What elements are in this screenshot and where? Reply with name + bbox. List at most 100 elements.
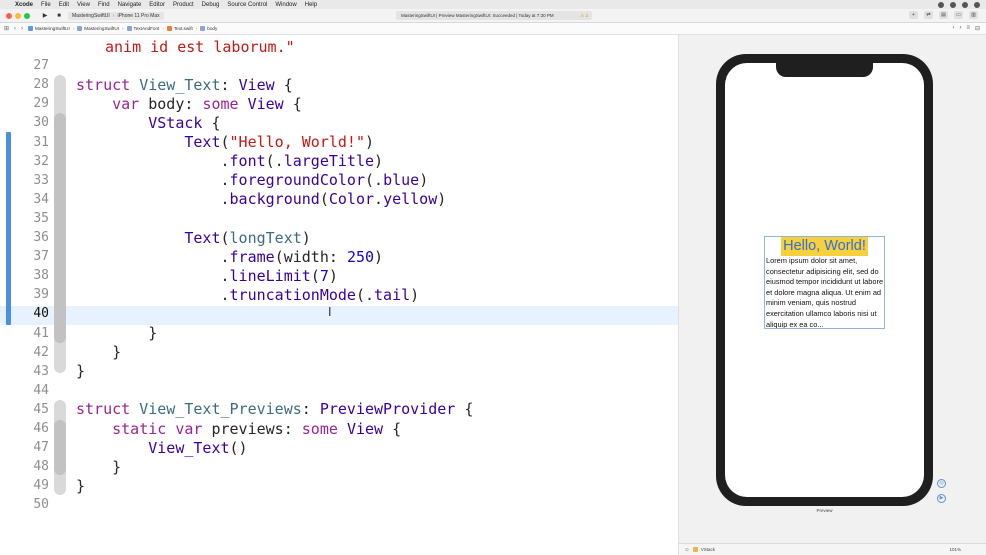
text-cursor-icon: I <box>328 305 332 319</box>
code-token: "Hello, World!" <box>229 133 365 151</box>
forward-icon[interactable]: › <box>21 26 23 32</box>
issue-prev-icon[interactable]: ‹ <box>952 25 954 32</box>
code-line[interactable]: 29 var body: some View { <box>0 94 678 113</box>
code-token: PreviewProvider <box>319 400 456 419</box>
code-line[interactable]: 40 <box>0 304 678 323</box>
breadcrumb-file[interactable]: Text.swift › <box>166 26 197 31</box>
search-icon[interactable] <box>974 1 980 8</box>
breadcrumb-group[interactable]: MasteringSwiftUI › <box>77 26 124 31</box>
breadcrumb-project[interactable]: MasteringSwiftUI › <box>28 26 74 31</box>
menu-product[interactable]: Product <box>173 2 194 8</box>
navigator-toggle-icon[interactable]: ▤ <box>939 11 948 19</box>
library-button[interactable]: + <box>909 11 918 19</box>
line-number: 35 <box>33 210 49 226</box>
status-icon[interactable] <box>938 1 944 8</box>
code-line[interactable]: 37 .frame(width: 250) <box>0 247 678 266</box>
vstack-selection[interactable]: Hello, World! Lorem ipsum dolor sit amet… <box>764 236 885 329</box>
menu-window[interactable]: Window <box>275 2 296 8</box>
folder-icon <box>126 26 132 31</box>
code-line[interactable]: 50 <box>0 495 678 514</box>
zoom-button[interactable] <box>24 12 30 19</box>
line-number: 40 <box>33 306 49 322</box>
close-button[interactable] <box>6 12 12 19</box>
pin-icon[interactable]: ⊙ <box>685 547 689 553</box>
source-editor[interactable]: anim id est laborum." 27 28 struct View_Tex… <box>0 35 678 555</box>
minimize-button[interactable] <box>15 12 21 19</box>
warning-badge[interactable]: ⚠ 2 <box>580 13 588 19</box>
code-text: Text(longText) <box>76 229 310 247</box>
related-items-icon[interactable]: ⊞ <box>4 25 9 32</box>
code-token: truncationMode <box>229 285 356 304</box>
device-label: Preview <box>816 508 833 513</box>
code-token: Color <box>328 190 375 209</box>
debug-area-toggle-icon[interactable]: ▭ <box>954 11 963 19</box>
battery-icon[interactable] <box>962 1 968 8</box>
hello-world-text[interactable]: Hello, World! <box>781 237 868 256</box>
inspector-toggle-icon[interactable]: ▥ <box>969 11 978 19</box>
code-token: struct <box>76 400 140 419</box>
code-token: VStack <box>148 113 203 132</box>
code-token: . <box>76 171 230 190</box>
code-review-icon[interactable]: ⇄ <box>924 11 933 19</box>
code-line[interactable]: 48 } <box>0 457 678 476</box>
code-token: yellow <box>383 190 438 209</box>
line-number: 46 <box>33 421 49 436</box>
wifi-icon[interactable] <box>950 1 956 8</box>
code-line[interactable]: 35 <box>0 209 678 228</box>
breadcrumb-folder[interactable]: TextAndFont › <box>126 26 164 31</box>
line-number: 39 <box>33 287 49 303</box>
code-line[interactable]: 39 .truncationMode(.tail) <box>0 285 678 304</box>
code-line[interactable]: 30 VStack { <box>0 113 678 132</box>
code-line[interactable]: 44 <box>0 381 678 400</box>
code-line[interactable]: 36 Text(longText) <box>0 228 678 247</box>
code-line[interactable]: 34 .background(Color.yellow) <box>0 190 678 209</box>
code-line[interactable]: 41 } <box>0 324 678 343</box>
menu-navigate[interactable]: Navigate <box>118 2 142 8</box>
code-token: . <box>76 266 230 285</box>
run-button[interactable]: ▶ <box>40 12 50 20</box>
menu-source-control[interactable]: Source Control <box>227 2 267 8</box>
code-token: foregroundColor <box>229 171 365 190</box>
project-icon <box>28 26 34 31</box>
code-line[interactable]: 33 .foregroundColor(.blue) <box>0 171 678 190</box>
menu-view[interactable]: View <box>77 2 90 8</box>
editor-options-icon[interactable]: ≡ <box>966 25 970 32</box>
code-line[interactable]: 47 View_Text() <box>0 438 678 457</box>
menu-debug[interactable]: Debug <box>202 2 220 8</box>
issue-next-icon[interactable]: › <box>959 25 961 32</box>
code-line[interactable]: 45 struct View_Text_Previews: PreviewProv… <box>0 400 678 419</box>
stop-button[interactable]: ■ <box>54 12 64 20</box>
back-icon[interactable]: ‹ <box>14 26 16 32</box>
device-frame: Hello, World! Lorem ipsum dolor sit amet… <box>716 54 933 506</box>
code-token: . <box>374 190 384 209</box>
menu-editor[interactable]: Editor <box>149 2 165 8</box>
code-line[interactable]: 32 .font(.largeTitle) <box>0 152 678 171</box>
code-line[interactable]: 27 <box>0 56 678 75</box>
zoom-level[interactable]: 101% <box>949 547 961 552</box>
code-line[interactable]: 28 struct View_Text: View { <box>0 75 678 94</box>
scheme-selector[interactable]: MasteringSwiftUI › iPhone 11 Pro Max <box>68 11 164 20</box>
device-screen[interactable]: Hello, World! Lorem ipsum dolor sit amet… <box>725 63 924 497</box>
code-line[interactable]: 31 Text("Hello, World!") <box>0 133 678 152</box>
code-line[interactable]: 46 static var previews: some View { <box>0 419 678 438</box>
code-line[interactable]: 49} <box>0 476 678 495</box>
code-token: (. <box>365 171 384 190</box>
code-line[interactable]: 38 .lineLimit(7) <box>0 266 678 285</box>
inspect-preview-icon[interactable]: ◎ <box>937 479 946 488</box>
code-token: some <box>202 94 248 113</box>
code-line[interactable]: anim id est laborum." <box>0 37 678 56</box>
live-preview-icon[interactable]: ▶ <box>937 494 946 503</box>
menu-find[interactable]: Find <box>98 2 110 8</box>
menu-edit[interactable]: Edit <box>59 2 69 8</box>
menu-file[interactable]: File <box>41 2 51 8</box>
menu-xcode[interactable]: Xcode <box>15 2 33 8</box>
code-token: ) <box>374 247 384 266</box>
menu-help[interactable]: Help <box>305 2 317 8</box>
long-text[interactable]: Lorem ipsum dolor sit amet, consectetur … <box>765 256 886 328</box>
split-editor-icon[interactable]: ⊟ <box>975 25 980 32</box>
breadcrumb-symbol[interactable]: body <box>200 26 217 31</box>
device-notch <box>776 63 873 77</box>
code-line[interactable]: 43} <box>0 362 678 381</box>
code-line[interactable]: 42 } <box>0 343 678 362</box>
